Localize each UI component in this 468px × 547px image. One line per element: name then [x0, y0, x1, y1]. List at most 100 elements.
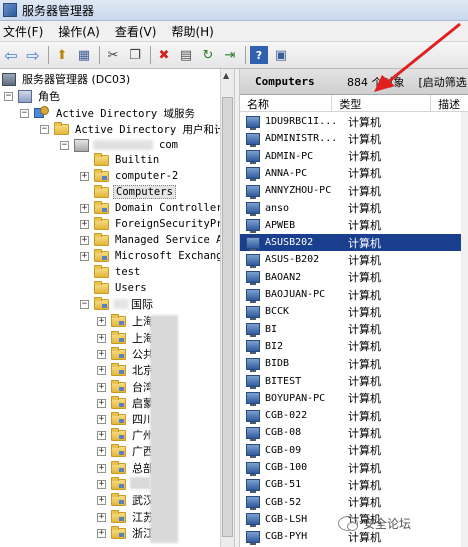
tree-item-sub-ou[interactable]: + 广州: [97, 427, 156, 443]
console-tree[interactable]: 服务器管理器 (DC03) − 角色 − Active Directory 域服…: [0, 69, 234, 547]
tree-item-builtin[interactable]: Builtin: [80, 152, 161, 168]
computer-row[interactable]: CGB-09 计算机: [240, 442, 468, 459]
expand-icon[interactable]: +: [97, 349, 106, 359]
tree-item-sub-ou[interactable]: + 上海: [97, 330, 156, 346]
menu-help[interactable]: 帮助(H): [168, 23, 219, 40]
computer-row[interactable]: CGB-022 计算机: [240, 407, 468, 424]
expand-icon[interactable]: +: [80, 171, 89, 181]
tree-item-sub-ou[interactable]: + 台湾: [97, 379, 156, 395]
collapse-icon[interactable]: −: [60, 140, 69, 150]
collapse-icon[interactable]: −: [40, 124, 49, 134]
expand-icon[interactable]: +: [97, 382, 106, 392]
tree-item-sub-ou[interactable]: +: [97, 476, 134, 492]
collapse-icon[interactable]: −: [20, 108, 29, 118]
expand-icon[interactable]: +: [97, 430, 106, 440]
tree-item-test[interactable]: test: [80, 264, 142, 280]
tree-item-sub-ou[interactable]: + 启蒙: [97, 395, 156, 411]
expand-icon[interactable]: +: [97, 333, 106, 343]
collapse-icon[interactable]: −: [4, 91, 13, 101]
computer-row[interactable]: BI2 计算机: [240, 338, 468, 355]
computer-row[interactable]: CGB-52 计算机: [240, 494, 468, 511]
computer-row[interactable]: CGB-08 计算机: [240, 424, 468, 441]
expand-icon[interactable]: +: [97, 365, 106, 375]
expand-icon[interactable]: +: [97, 398, 106, 408]
cut-icon[interactable]: ✂: [104, 46, 122, 64]
scrollbar-thumb[interactable]: [222, 97, 233, 537]
tree-item-domain-controllers[interactable]: + Domain Controllers: [80, 200, 231, 216]
folder-up-icon[interactable]: ⬆: [53, 46, 71, 64]
copy-icon[interactable]: ❐: [126, 46, 144, 64]
expand-icon[interactable]: +: [80, 235, 89, 245]
expand-icon[interactable]: +: [97, 446, 106, 456]
tree-item-sub-ou[interactable]: + 总部: [97, 460, 156, 476]
tree-item-foreign-security-principals[interactable]: + ForeignSecurityPri: [80, 216, 231, 232]
computer-row[interactable]: BITEST 计算机: [240, 373, 468, 390]
expand-icon[interactable]: +: [97, 479, 106, 489]
tree-item-sub-ou[interactable]: + 广西: [97, 443, 156, 459]
tree-item-computers[interactable]: Computers: [80, 184, 176, 200]
computer-row[interactable]: BCCK 计算机: [240, 303, 468, 320]
expand-icon[interactable]: +: [80, 203, 89, 213]
tree-item-aduc[interactable]: − Active Directory 用户和计: [40, 121, 226, 137]
filter-link[interactable]: [启动筛选: [419, 74, 467, 90]
tree-item-sub-ou[interactable]: + 公共: [97, 346, 156, 362]
back-icon[interactable]: ⇦: [2, 46, 20, 65]
tree-item-microsoft-exchange[interactable]: + Microsoft Exchange: [80, 248, 231, 264]
menu-file[interactable]: 文件(F): [0, 23, 49, 40]
tree-item-sub-ou[interactable]: + 四川: [97, 411, 156, 427]
tree-item-sub-ou[interactable]: + 武汉: [97, 492, 156, 508]
expand-icon[interactable]: +: [80, 219, 89, 229]
tree-item-international-ou[interactable]: − 国际: [80, 296, 155, 312]
tree-item-domain[interactable]: − com: [60, 137, 180, 153]
expand-icon[interactable]: +: [97, 528, 106, 538]
collapse-icon[interactable]: −: [80, 299, 89, 309]
menu-view[interactable]: 查看(V): [112, 23, 163, 40]
menu-action[interactable]: 操作(A): [55, 23, 106, 40]
forward-icon[interactable]: ⇨: [24, 46, 42, 65]
computer-row[interactable]: BAOAN2 计算机: [240, 269, 468, 286]
properties-icon[interactable]: ▤: [177, 46, 195, 64]
computer-row[interactable]: BIDB 计算机: [240, 355, 468, 372]
expand-icon[interactable]: +: [97, 495, 106, 505]
expand-icon[interactable]: +: [97, 463, 106, 473]
export-icon[interactable]: ⇥: [221, 46, 239, 64]
computer-row[interactable]: ASUS-B202 计算机: [240, 251, 468, 268]
computer-row[interactable]: ADMINISTR... 计算机: [240, 130, 468, 147]
list-scrollbar[interactable]: [461, 112, 468, 547]
computer-row[interactable]: ASUSB202 计算机: [240, 234, 468, 252]
tree-item-sub-ou[interactable]: + 北京: [97, 362, 156, 378]
refresh-icon[interactable]: ↻: [199, 46, 217, 64]
computer-row[interactable]: APWEB 计算机: [240, 217, 468, 234]
expand-icon[interactable]: +: [97, 316, 106, 326]
computer-row[interactable]: BOYUPAN-PC 计算机: [240, 390, 468, 407]
help-icon[interactable]: ?: [250, 46, 268, 64]
computer-row[interactable]: ADMIN-PC 计算机: [240, 148, 468, 165]
computer-row[interactable]: ANNYZHOU-PC 计算机: [240, 182, 468, 199]
column-header-type[interactable]: 类型: [332, 95, 432, 112]
computer-row[interactable]: anso 计算机: [240, 200, 468, 217]
expand-icon[interactable]: +: [97, 414, 106, 424]
computer-row[interactable]: ANNA-PC 计算机: [240, 165, 468, 182]
computer-row[interactable]: CGB-51 计算机: [240, 476, 468, 493]
mmc-icon[interactable]: ▣: [272, 46, 290, 64]
tree-item-managed-service-accounts[interactable]: + Managed Service Ac: [80, 232, 231, 248]
column-header-description[interactable]: 描述: [431, 95, 468, 112]
tree-item-roles[interactable]: − 角色: [4, 88, 62, 104]
delete-icon[interactable]: ✖: [155, 46, 173, 64]
tree-item-server-manager[interactable]: 服务器管理器 (DC03): [2, 71, 132, 87]
scroll-up-icon[interactable]: ▲: [223, 71, 229, 80]
column-header-name[interactable]: 名称: [240, 95, 333, 112]
tree-item-sub-ou[interactable]: + 江苏: [97, 509, 156, 525]
computer-row[interactable]: CGB-100 计算机: [240, 459, 468, 476]
tree-item-sub-ou[interactable]: + 浙江: [97, 525, 156, 541]
computer-row[interactable]: BAOJUAN-PC 计算机: [240, 286, 468, 303]
show-tree-icon[interactable]: ▦: [75, 46, 93, 64]
expand-icon[interactable]: +: [97, 512, 106, 522]
tree-item-computer-2[interactable]: + computer-2: [80, 168, 180, 184]
tree-item-sub-ou[interactable]: + 上海: [97, 313, 156, 329]
expand-icon[interactable]: +: [80, 251, 89, 261]
tree-item-users[interactable]: Users: [80, 280, 149, 296]
tree-item-ad-ds[interactable]: − Active Directory 域服务: [20, 105, 197, 121]
computer-row[interactable]: 1DU9RBC1I... 计算机: [240, 113, 468, 130]
tree-scrollbar[interactable]: ▲: [220, 69, 234, 547]
